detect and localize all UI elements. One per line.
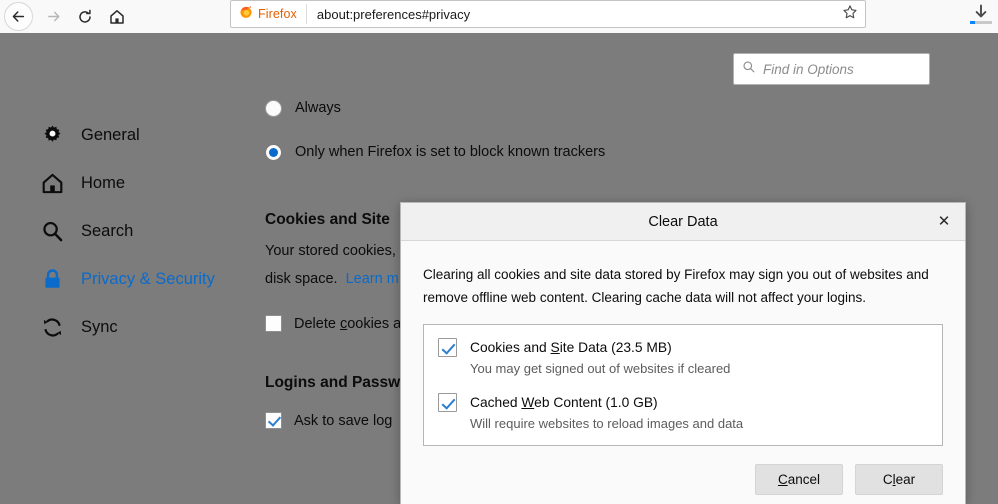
home-icon: [109, 9, 125, 25]
identity-label: Firefox: [258, 7, 297, 21]
option-label: Cached Web Content (1.0 GB): [470, 395, 658, 410]
browser-window: Firefox about:preferences#privacy Genera…: [0, 0, 998, 504]
learn-more-link[interactable]: Learn m: [346, 271, 399, 287]
checkbox-label: Delete cookies a: [294, 315, 402, 332]
sidebar-item-sync[interactable]: Sync: [40, 303, 245, 351]
sidebar-item-general[interactable]: General: [40, 111, 245, 159]
option-cached-web-content[interactable]: Cached Web Content (1.0 GB) Will require…: [438, 393, 928, 431]
sidebar-item-label: Privacy & Security: [81, 269, 215, 288]
find-in-options-placeholder: Find in Options: [763, 61, 854, 77]
option-row[interactable]: Cached Web Content (1.0 GB): [438, 393, 928, 412]
dialog-title: Clear Data: [648, 213, 718, 230]
bookmark-star-button[interactable]: [838, 3, 862, 26]
radio-option-only-when-blocking[interactable]: Only when Firefox is set to block known …: [265, 135, 765, 169]
forward-arrow-icon: [46, 9, 61, 24]
radio-indicator-selected: [265, 143, 282, 161]
sidebar-item-home[interactable]: Home: [40, 159, 245, 207]
download-progress-bar: [970, 21, 992, 24]
radio-indicator: [265, 99, 282, 117]
cancel-button[interactable]: Cancel: [755, 464, 843, 495]
back-arrow-icon: [11, 9, 26, 24]
option-cookies-and-site-data[interactable]: Cookies and Site Data (23.5 MB) You may …: [438, 338, 928, 376]
search-icon: [742, 60, 756, 79]
radio-label: Always: [295, 100, 341, 116]
gear-icon: [40, 123, 64, 147]
checkbox-label: Ask to save log: [294, 412, 393, 429]
lock-icon: [40, 267, 64, 291]
browser-toolbar: Firefox about:preferences#privacy: [0, 0, 998, 33]
radio-label: Only when Firefox is set to block known …: [295, 144, 606, 160]
checkbox-indicator-checked[interactable]: [438, 338, 457, 357]
address-bar[interactable]: Firefox about:preferences#privacy: [230, 0, 866, 28]
sidebar-item-label: Sync: [81, 317, 118, 336]
reload-button[interactable]: [69, 3, 101, 31]
forward-button[interactable]: [37, 3, 69, 31]
identity-box[interactable]: Firefox: [231, 4, 307, 24]
radio-option-always[interactable]: Always: [265, 91, 765, 125]
option-sublabel: You may get signed out of websites if cl…: [470, 361, 731, 376]
reload-icon: [77, 9, 93, 25]
sync-icon: [40, 315, 64, 339]
sidebar-item-label: Search: [81, 221, 134, 240]
clear-options-group: Cookies and Site Data (23.5 MB) You may …: [423, 324, 943, 446]
home-icon: [40, 171, 64, 195]
sidebar-item-search[interactable]: Search: [40, 207, 245, 255]
sidebar-item-label: General: [81, 125, 140, 144]
description-line-1: Your stored cookies,: [265, 243, 396, 259]
dialog-body: Clearing all cookies and site data store…: [401, 241, 965, 446]
search-icon: [40, 219, 64, 243]
checkbox-indicator-checked[interactable]: [438, 393, 457, 412]
firefox-logo-icon: [239, 5, 253, 24]
back-button[interactable]: [4, 2, 33, 31]
option-row[interactable]: Cookies and Site Data (23.5 MB): [438, 338, 928, 357]
home-button[interactable]: [101, 3, 133, 31]
checkbox-indicator: [265, 315, 282, 332]
dialog-title-bar: Clear Data ✕: [401, 203, 965, 241]
find-in-options-field[interactable]: Find in Options: [733, 53, 930, 85]
sidebar-item-label: Home: [81, 173, 126, 192]
description-line-2: disk space.: [265, 271, 338, 287]
sidebar-item-privacy-security[interactable]: Privacy & Security: [40, 255, 245, 303]
close-icon[interactable]: ✕: [931, 209, 957, 234]
url-text[interactable]: about:preferences#privacy: [307, 7, 470, 22]
option-label: Cookies and Site Data (23.5 MB): [470, 340, 672, 355]
clear-button[interactable]: Cl ear: [855, 464, 943, 495]
option-sublabel: Will require websites to reload images a…: [470, 416, 744, 431]
preferences-sidebar: General Home Search Privacy & Security S…: [40, 111, 245, 351]
dialog-description: Clearing all cookies and site data store…: [423, 267, 929, 305]
star-icon: [842, 4, 858, 25]
navigation-buttons: [0, 2, 133, 31]
checkbox-indicator-checked: [265, 412, 282, 429]
downloads-button[interactable]: [968, 3, 994, 29]
dialog-footer: Cancel Cl ear: [401, 446, 965, 495]
clear-data-dialog: Clear Data ✕ Clearing all cookies and si…: [400, 202, 966, 504]
